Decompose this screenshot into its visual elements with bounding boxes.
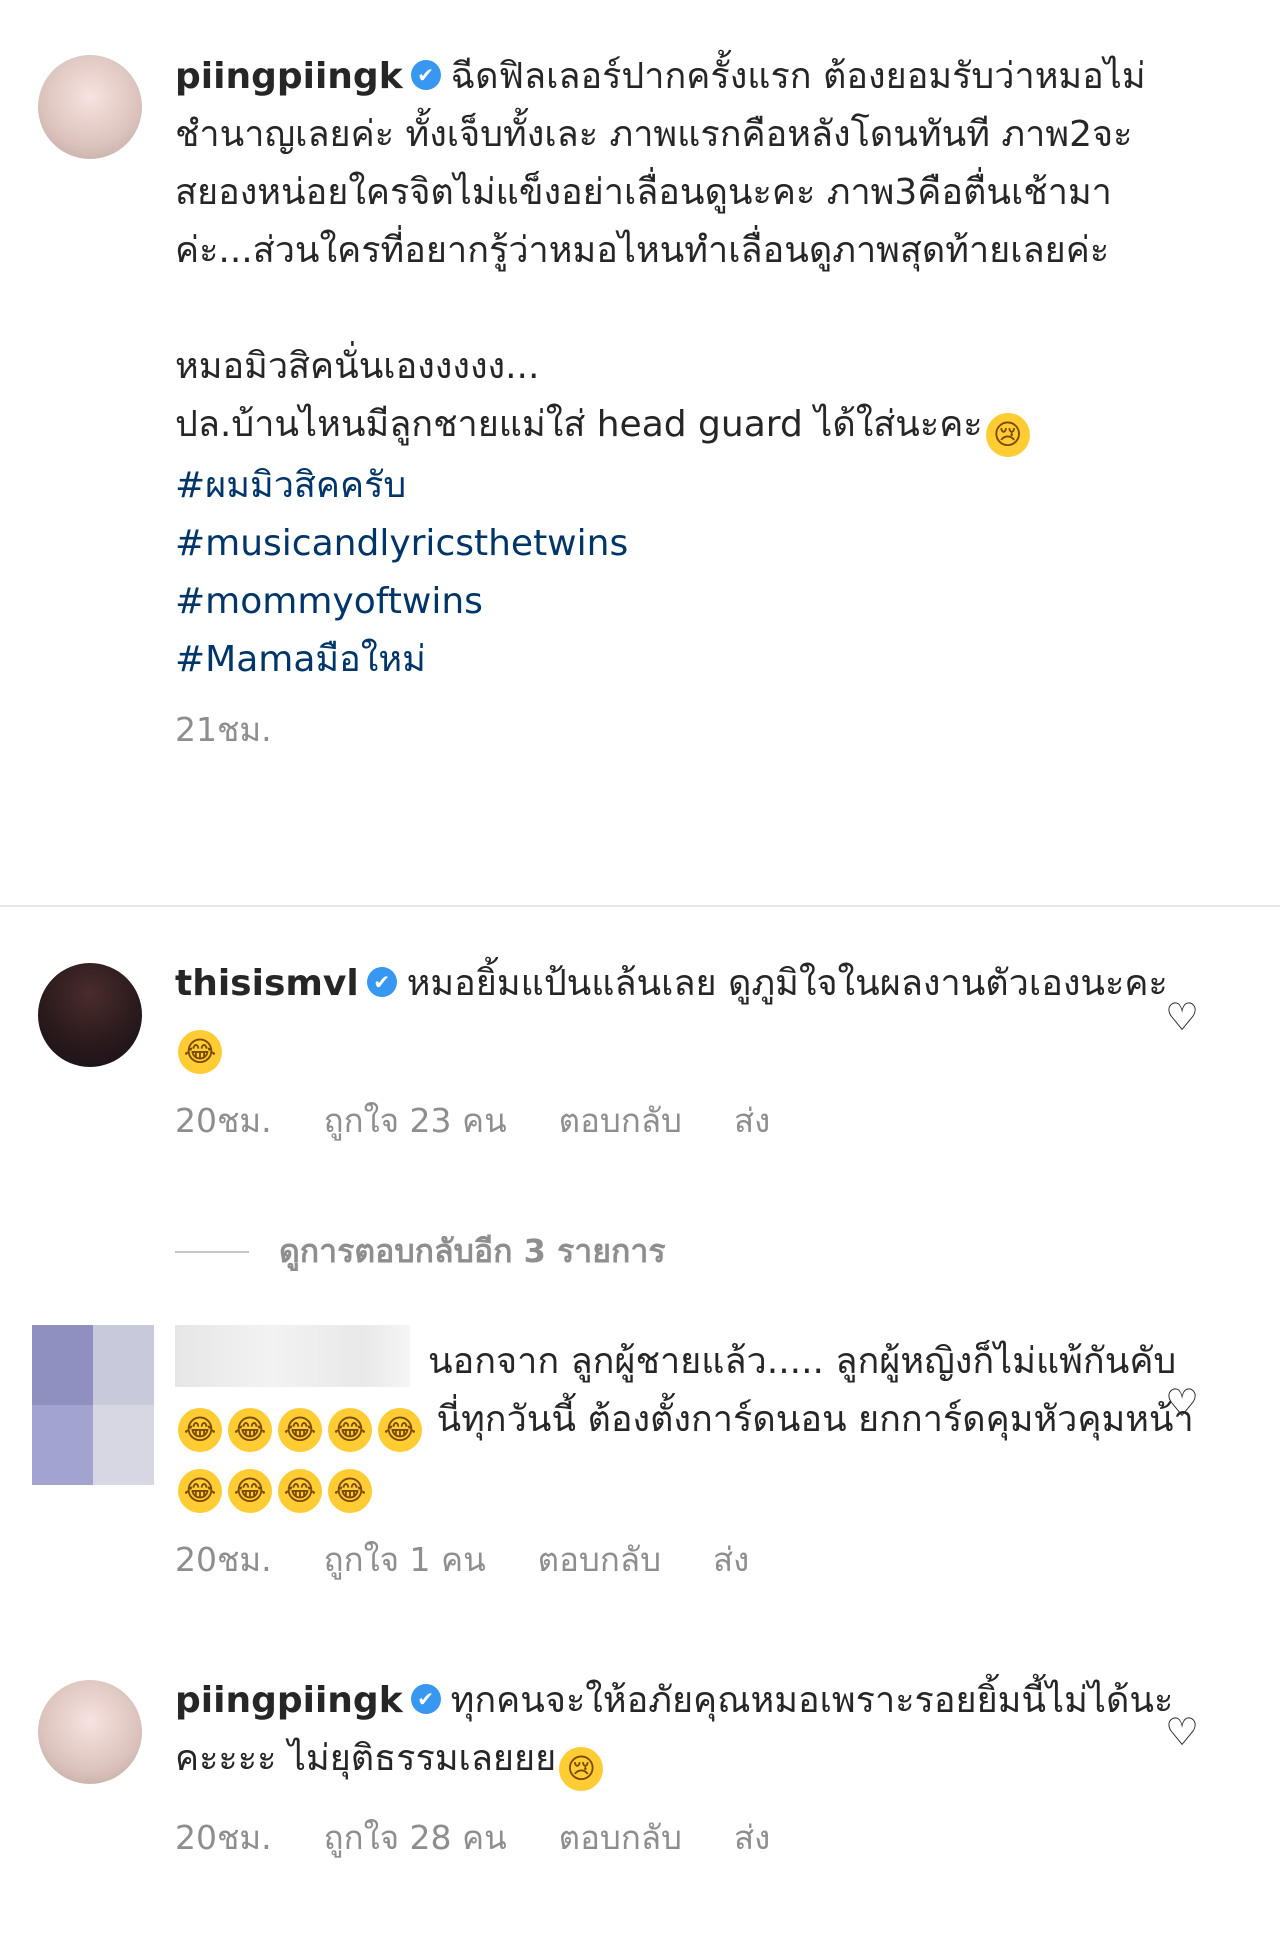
reply-button[interactable]: ตอบกลับ xyxy=(538,1540,661,1579)
tears-of-joy-emoji: 😂 xyxy=(178,1408,222,1452)
tears-of-joy-emoji: 😂 xyxy=(278,1408,322,1452)
comment-text: piingpiingk ✔ ทุกคนจะให้อภัยคุณหมอเพราะรอย… xyxy=(175,1672,1200,1791)
comment-time: 20ชม. xyxy=(175,1818,272,1857)
like-count[interactable]: ถูกใจ 28 คน xyxy=(324,1818,507,1857)
caption-line-2: หมอมิวสิคนั่นเองงงงง... xyxy=(175,346,540,387)
tears-of-joy-emoji: 😂 xyxy=(328,1469,372,1513)
comment-body: piingpiingk ✔ ทุกคนจะให้อภัยคุณหมอเพราะรอย… xyxy=(175,1672,1200,1864)
comment-body: นอกจาก ลูกผู้ชายแล้ว..... ลูกผู้หญิงก็ไม… xyxy=(175,1325,1200,1586)
avatar[interactable] xyxy=(38,1680,142,1784)
avatar[interactable] xyxy=(32,1325,154,1485)
comment-time: 20ชม. xyxy=(175,1101,272,1140)
tears-of-joy-emoji: 😂 xyxy=(328,1408,372,1452)
comment-text: thisismvl ✔ หมอยิ้มแป้นแล้นเลย ดูภูมิใจในผ… xyxy=(175,955,1200,1074)
replies-divider xyxy=(175,1250,249,1253)
comment-content: นอกจาก ลูกผู้ชายแล้ว..... ลูกผู้หญิงก็ไม… xyxy=(428,1341,1177,1382)
view-replies-button[interactable]: ดูการตอบกลับอีก 3 รายการ xyxy=(175,1226,666,1277)
comment-username[interactable]: piingpiingk xyxy=(175,1680,403,1721)
heart-outline-icon[interactable]: ♡ xyxy=(1162,1712,1202,1752)
comment-text: นอกจาก ลูกผู้ชายแล้ว..... ลูกผู้หญิงก็ไม… xyxy=(175,1325,1200,1513)
verified-badge-icon: ✔ xyxy=(410,1684,441,1714)
comment-username[interactable]: thisismvl xyxy=(175,963,359,1004)
like-count[interactable]: ถูกใจ 1 คน xyxy=(324,1540,486,1579)
blurred-username xyxy=(175,1325,410,1387)
caption-line-3: ปล.บ้านไหนมีลูกชายแม่ใส่ head guard ได้ใ… xyxy=(175,404,983,445)
verified-badge-icon: ✔ xyxy=(410,60,441,90)
send-button[interactable]: ส่ง xyxy=(734,1818,770,1857)
hashtag-link[interactable]: #musicandlyricsthetwins xyxy=(175,515,1200,573)
hashtag-link[interactable]: #mommyoftwins xyxy=(175,573,1200,631)
tears-of-joy-emoji: 😂 xyxy=(378,1408,422,1452)
hashtag-link[interactable]: #ผมมิวสิคครับ xyxy=(175,457,1200,515)
tears-of-joy-emoji: 😂 xyxy=(178,1469,222,1513)
crying-face-emoji: 😢 xyxy=(985,413,1030,457)
post-username[interactable]: piingpiingk xyxy=(175,56,403,97)
comment-body: thisismvl ✔ หมอยิ้มแป้นแล้นเลย ดูภูมิใจในผ… xyxy=(175,955,1200,1147)
send-button[interactable]: ส่ง xyxy=(734,1101,770,1140)
heart-outline-icon[interactable]: ♡ xyxy=(1162,1383,1202,1423)
send-button[interactable]: ส่ง xyxy=(713,1540,749,1579)
comment-meta: 20ชม. ถูกใจ 28 คน ตอบกลับ ส่ง xyxy=(175,1811,1200,1864)
hashtag-link[interactable]: #Mamaมือใหม่ xyxy=(175,631,1200,689)
reply-button[interactable]: ตอบกลับ xyxy=(559,1101,682,1140)
tears-of-joy-emoji: 😂 xyxy=(228,1408,272,1452)
comment-content: หมอยิ้มแป้นแล้นเลย ดูภูมิใจในผลงานตัวเอง… xyxy=(406,963,1168,1004)
comment-meta: 20ชม. ถูกใจ 1 คน ตอบกลับ ส่ง xyxy=(175,1533,1200,1586)
post-caption-section: piingpiingk ✔ ฉีดฟิลเลอร์ปากครั้งแรก ต้องย… xyxy=(0,0,1280,907)
avatar[interactable] xyxy=(38,55,142,159)
crying-face-emoji: 😢 xyxy=(559,1747,604,1791)
tears-of-joy-emoji: 😂 xyxy=(178,1030,222,1074)
post-time: 21ชม. xyxy=(175,710,272,749)
comment-content: นี่ทุกวันนี้ ต้องตั้งการ์ดนอน ยกการ์ดคุม… xyxy=(436,1399,1194,1440)
post-body: piingpiingk ✔ ฉีดฟิลเลอร์ปากครั้งแรก ต้องย… xyxy=(175,48,1200,756)
verified-badge-icon: ✔ xyxy=(366,967,397,997)
avatar[interactable] xyxy=(38,963,142,1067)
view-replies-label: ดูการตอบกลับอีก 3 รายการ xyxy=(279,1232,666,1270)
reply-button[interactable]: ตอบกลับ xyxy=(559,1818,682,1857)
tears-of-joy-emoji: 😂 xyxy=(278,1469,322,1513)
caption-text: piingpiingk ✔ ฉีดฟิลเลอร์ปากครั้งแรก ต้องย… xyxy=(175,48,1200,689)
comment-meta: 20ชม. ถูกใจ 23 คน ตอบกลับ ส่ง xyxy=(175,1094,1200,1147)
heart-outline-icon[interactable]: ♡ xyxy=(1162,997,1202,1037)
like-count[interactable]: ถูกใจ 23 คน xyxy=(324,1101,507,1140)
comment-time: 20ชม. xyxy=(175,1540,272,1579)
tears-of-joy-emoji: 😂 xyxy=(228,1469,272,1513)
